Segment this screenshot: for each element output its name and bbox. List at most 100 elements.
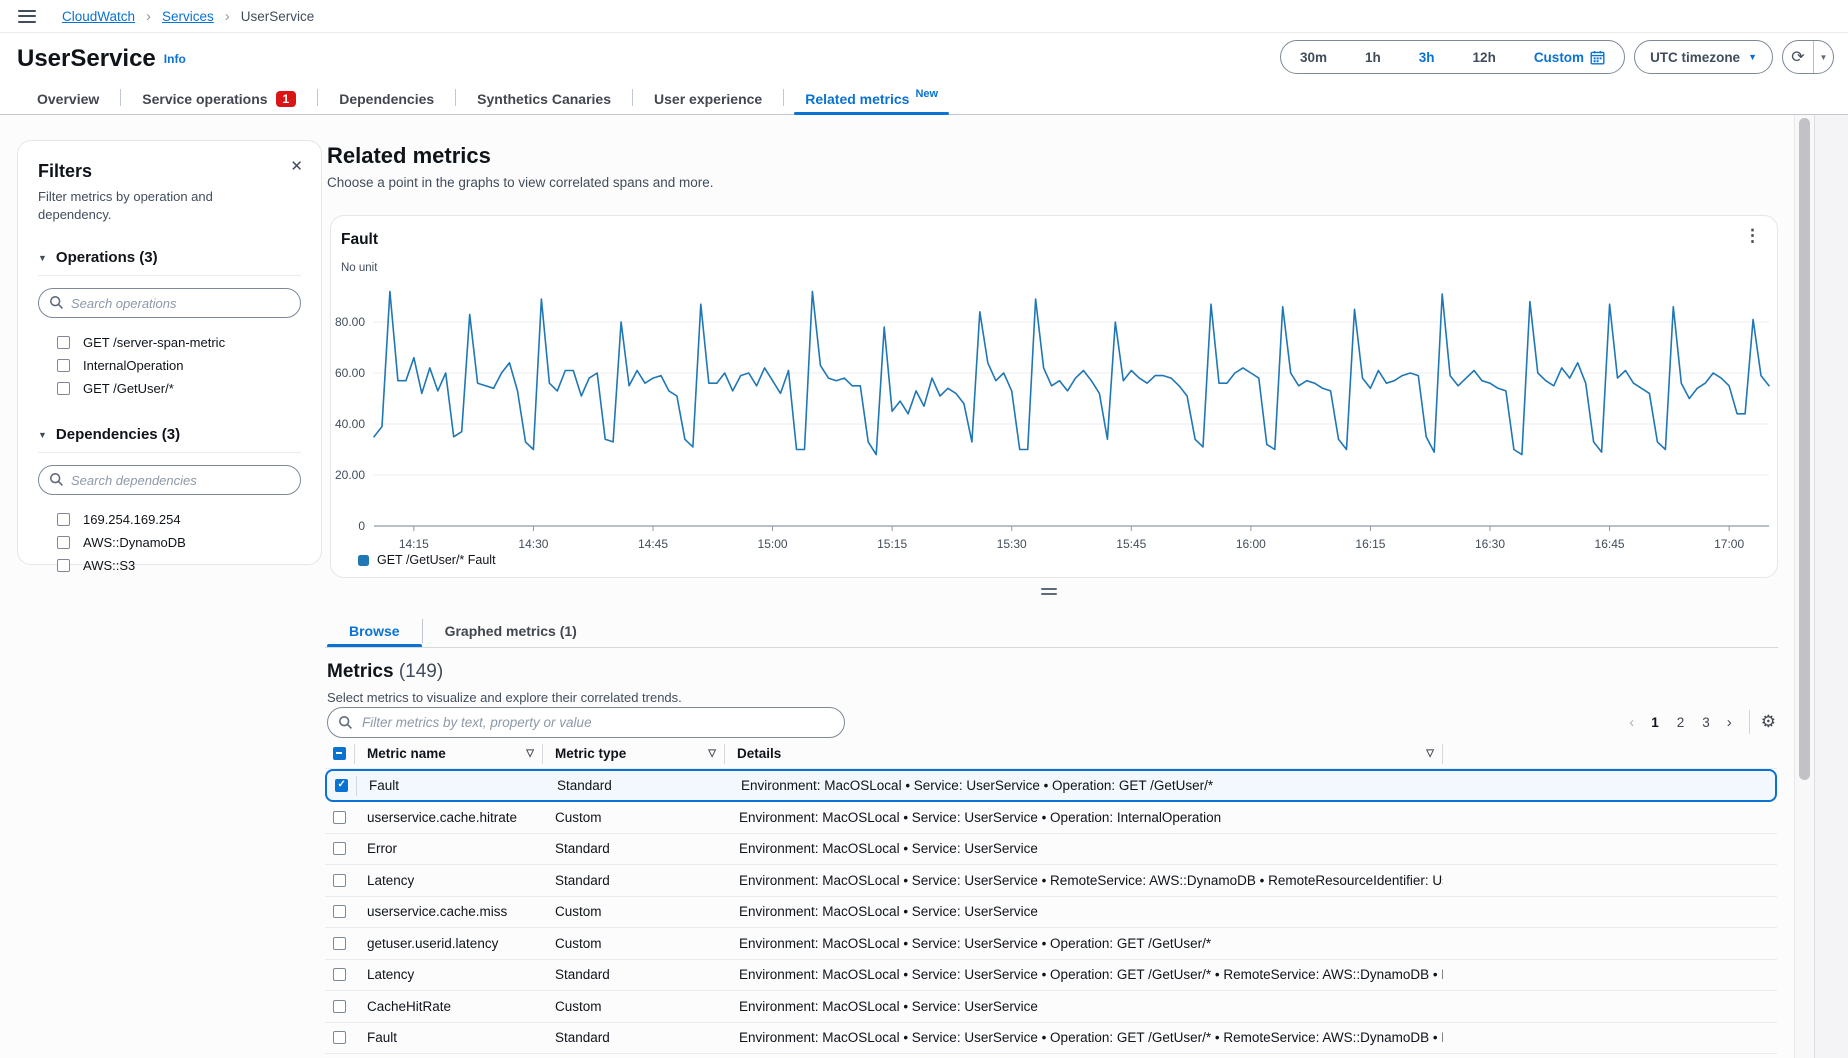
next-page-icon[interactable]: ›: [1721, 714, 1738, 731]
gear-icon[interactable]: ⚙: [1761, 712, 1776, 732]
details-link[interactable]: Environment: MacOSLocal • Service: UserS…: [739, 841, 1038, 856]
metric-name-cell: Fault: [357, 778, 545, 793]
row-checkbox[interactable]: [335, 779, 348, 792]
tab-synthetics-canaries[interactable]: Synthetics Canaries: [456, 84, 632, 114]
metrics-filter-input[interactable]: [327, 707, 845, 738]
details-link[interactable]: Environment: MacOSLocal • Service: UserS…: [739, 967, 1443, 982]
checkbox[interactable]: [57, 513, 70, 526]
checkbox[interactable]: [57, 382, 70, 395]
legend-color-swatch: [358, 555, 369, 566]
table-row[interactable]: FaultStandardEnvironment: MacOSLocal • S…: [325, 769, 1777, 802]
previous-page-icon[interactable]: ‹: [1623, 714, 1640, 731]
table-row[interactable]: FaultStandardEnvironment: MacOSLocal • S…: [325, 1023, 1777, 1055]
details-link[interactable]: Environment: MacOSLocal • Service: UserS…: [739, 904, 1038, 919]
checkbox[interactable]: [57, 359, 70, 372]
tab-user-experience[interactable]: User experience: [633, 84, 783, 114]
time-range-12h[interactable]: 12h: [1454, 41, 1515, 73]
column-header-details[interactable]: Details▽: [725, 744, 1443, 764]
time-range-30m[interactable]: 30m: [1281, 41, 1346, 73]
details-link[interactable]: Environment: MacOSLocal • Service: UserS…: [739, 936, 1211, 951]
time-range-custom[interactable]: Custom: [1515, 41, 1624, 73]
content-area: Filters ✕ Filter metrics by operation an…: [0, 115, 1794, 1058]
table-row[interactable]: LatencyStandardEnvironment: MacOSLocal •…: [325, 960, 1777, 992]
dependency-item[interactable]: 169.254.169.254: [38, 508, 301, 531]
dependencies-section-toggle[interactable]: ▼ Dependencies (3): [38, 426, 301, 443]
metric-name-cell: Fault: [355, 1030, 543, 1045]
tab-dependencies[interactable]: Dependencies: [318, 84, 455, 114]
sort-icon[interactable]: ▽: [1426, 748, 1434, 759]
resize-drag-handle[interactable]: [1041, 588, 1057, 598]
checkbox[interactable]: [57, 536, 70, 549]
tab-overview[interactable]: Overview: [16, 84, 120, 114]
table-row[interactable]: ErrorStandardEnvironment: MacOSLocal • S…: [325, 834, 1777, 866]
info-link[interactable]: Info: [164, 52, 186, 66]
row-checkbox[interactable]: [333, 874, 346, 887]
breadcrumb-item-userservice: UserService: [241, 9, 315, 24]
page-3[interactable]: 3: [1695, 713, 1717, 732]
checkbox[interactable]: [57, 336, 70, 349]
tab-service-operations[interactable]: Service operations1: [121, 84, 317, 114]
table-row[interactable]: CacheHitRateCustomEnvironment: MacOSLoca…: [325, 991, 1777, 1023]
details-link[interactable]: Environment: MacOSLocal • Service: UserS…: [739, 873, 1443, 888]
fault-chart-svg[interactable]: 80.0060.0040.0020.00014:1514:3014:4515:0…: [331, 266, 1777, 558]
row-checkbox[interactable]: [333, 905, 346, 918]
metric-type-cell: Standard: [543, 841, 725, 856]
table-row[interactable]: userservice.cache.missCustomEnvironment:…: [325, 897, 1777, 929]
page-2[interactable]: 2: [1670, 713, 1692, 732]
row-checkbox[interactable]: [333, 1031, 346, 1044]
column-header-metric-type[interactable]: Metric type ▽: [543, 744, 725, 764]
dependencies-search-input[interactable]: [38, 465, 301, 495]
refresh-options-chevron-icon[interactable]: ▼: [1813, 41, 1833, 73]
dependencies-section: ▼ Dependencies (3) 169.254.169.254AWS::D…: [38, 426, 301, 577]
sort-icon[interactable]: ▽: [708, 748, 716, 759]
checkbox[interactable]: [57, 559, 70, 572]
operation-item[interactable]: InternalOperation: [38, 354, 301, 377]
vertical-scrollbar-thumb[interactable]: [1799, 118, 1810, 780]
operation-label: GET /server-span-metric: [83, 335, 225, 350]
dependency-item[interactable]: AWS::S3: [38, 554, 301, 577]
operation-item[interactable]: GET /server-span-metric: [38, 331, 301, 354]
time-range-3h[interactable]: 3h: [1400, 41, 1454, 73]
details-link[interactable]: Environment: MacOSLocal • Service: UserS…: [739, 810, 1221, 825]
dependency-item[interactable]: AWS::DynamoDB: [38, 531, 301, 554]
row-checkbox[interactable]: [333, 968, 346, 981]
breadcrumb-item-cloudwatch[interactable]: CloudWatch: [62, 9, 135, 24]
details-link[interactable]: Environment: MacOSLocal • Service: UserS…: [741, 778, 1213, 793]
kebab-menu-icon[interactable]: ⋮: [1744, 226, 1761, 246]
tab-related-metrics[interactable]: Related metricsNew: [784, 84, 959, 114]
metric-type-cell: Custom: [543, 936, 725, 951]
metrics-heading: Metrics (149): [327, 661, 443, 683]
operations-search-input[interactable]: [38, 288, 301, 318]
breadcrumb-item-services[interactable]: Services: [162, 9, 214, 24]
sort-icon[interactable]: ▽: [526, 748, 534, 759]
row-checkbox[interactable]: [333, 1000, 346, 1013]
table-row[interactable]: LatencyStandardEnvironment: MacOSLocal •…: [325, 865, 1777, 897]
svg-text:16:30: 16:30: [1475, 537, 1505, 551]
close-icon[interactable]: ✕: [290, 157, 303, 175]
page-1[interactable]: 1: [1644, 713, 1666, 732]
column-label: Metric type: [555, 746, 626, 761]
row-checkbox[interactable]: [333, 842, 346, 855]
time-range-1h[interactable]: 1h: [1346, 41, 1400, 73]
filters-title: Filters: [38, 161, 301, 182]
subtab-browse[interactable]: Browse: [327, 615, 422, 647]
operations-section-toggle[interactable]: ▼ Operations (3): [38, 249, 301, 266]
refresh-icon[interactable]: ⟳: [1783, 41, 1813, 73]
breadcrumb-chevron-icon: ›: [225, 8, 230, 25]
column-header-metric-name[interactable]: Metric name▽: [355, 744, 543, 764]
row-checkbox[interactable]: [333, 811, 346, 824]
row-checkbox[interactable]: [333, 937, 346, 950]
hamburger-menu-icon[interactable]: [18, 10, 36, 23]
vertical-scrollbar-track[interactable]: [1794, 115, 1814, 1058]
details-link[interactable]: Environment: MacOSLocal • Service: UserS…: [739, 1030, 1443, 1045]
related-metrics-panel: Related metrics Choose a point in the gr…: [325, 115, 1778, 1058]
table-row[interactable]: userservice.cache.hitrateCustomEnvironme…: [325, 802, 1777, 834]
select-all-checkbox[interactable]: [333, 747, 346, 760]
subtab-graphed[interactable]: Graphed metrics (1): [423, 615, 599, 647]
details-link[interactable]: Environment: MacOSLocal • Service: UserS…: [739, 999, 1038, 1014]
timezone-label: UTC timezone: [1650, 50, 1740, 65]
operation-item[interactable]: GET /GetUser/*: [38, 377, 301, 400]
timezone-dropdown[interactable]: UTC timezone ▼: [1634, 40, 1773, 74]
svg-text:16:15: 16:15: [1355, 537, 1385, 551]
table-row[interactable]: getuser.userid.latencyCustomEnvironment:…: [325, 928, 1777, 960]
